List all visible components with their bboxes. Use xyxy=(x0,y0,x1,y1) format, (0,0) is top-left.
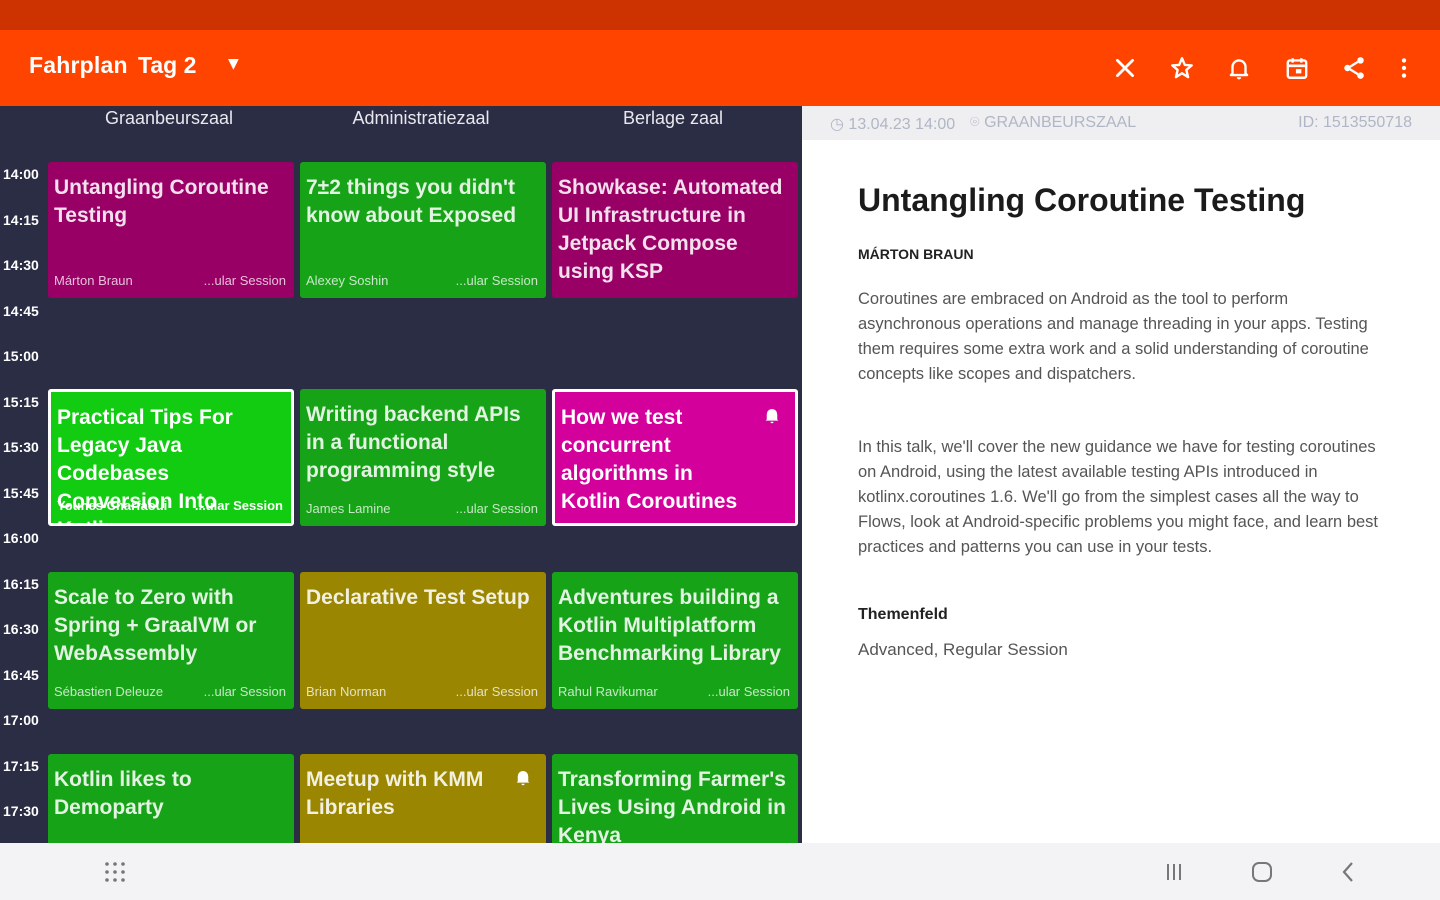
time-label: 14:45 xyxy=(3,303,39,319)
event-card-exposed[interactable]: 7±2 things you didn't know about Exposed… xyxy=(300,162,546,298)
toolbar-title: Fahrplan xyxy=(29,52,128,78)
share-icon[interactable] xyxy=(1336,50,1372,86)
time-label: 14:00 xyxy=(3,166,39,182)
event-detail-title: Untangling Coroutine Testing xyxy=(858,182,1306,218)
back-icon[interactable] xyxy=(1335,859,1363,885)
event-card-functional-backend[interactable]: Writing backend APIs in a functional pro… xyxy=(300,389,546,526)
event-track: ...ular Session xyxy=(203,273,286,288)
event-title: Scale to Zero with Spring + GraalVM or W… xyxy=(54,586,257,665)
bell-icon[interactable] xyxy=(1221,50,1257,86)
system-nav-bar xyxy=(0,843,1440,900)
time-label: 15:45 xyxy=(3,485,39,501)
track-value: Advanced, Regular Session xyxy=(858,640,1068,659)
time-label: 15:00 xyxy=(3,348,39,364)
event-detail-panel: ◷ 13.04.23 14:00 ⌾ GRAANBEURSZAAL ID: 15… xyxy=(802,106,1440,843)
bell-icon[interactable] xyxy=(763,406,781,424)
event-title: Adventures building a Kotlin Multiplatfo… xyxy=(558,586,781,665)
event-card-untangling-coroutine-testing[interactable]: Untangling Coroutine Testing Márton Brau… xyxy=(48,162,294,298)
calendar-icon[interactable] xyxy=(1279,50,1315,86)
event-title: Writing backend APIs in a functional pro… xyxy=(306,403,521,482)
apps-grid-icon[interactable] xyxy=(101,859,129,885)
time-label: 17:30 xyxy=(3,803,39,819)
time-label: 16:00 xyxy=(3,530,39,546)
day-selector[interactable]: Tag 2 xyxy=(138,52,196,79)
event-room: ⌾ GRAANBEURSZAAL xyxy=(970,114,1137,131)
room-header-berlage-zaal: Berlage zaal xyxy=(622,108,724,128)
track-label: Themenfeld xyxy=(858,606,948,623)
event-card-concurrent-algorithms[interactable]: How we test concurrent algorithms in Kot… xyxy=(552,389,798,526)
event-speaker: James Lamine xyxy=(306,501,391,516)
bell-icon[interactable] xyxy=(514,768,532,786)
dropdown-arrow-icon[interactable]: ▼ xyxy=(228,56,239,72)
event-track: ...ular Session xyxy=(455,684,538,699)
event-card-scale-to-zero[interactable]: Scale to Zero with Spring + GraalVM or W… xyxy=(48,572,294,709)
home-icon[interactable] xyxy=(1248,859,1276,885)
status-bar xyxy=(0,0,1440,30)
event-card-farmers-kenya[interactable]: Transforming Farmer's Lives Using Androi… xyxy=(552,754,798,843)
close-icon[interactable] xyxy=(1107,50,1143,86)
time-label: 16:30 xyxy=(3,621,39,637)
event-title: Transforming Farmer's Lives Using Androi… xyxy=(558,768,786,843)
event-title: Untangling Coroutine Testing xyxy=(54,176,269,227)
event-abstract: Coroutines are embraced on Android as th… xyxy=(858,290,1369,383)
event-speaker: Sébastien Deleuze xyxy=(54,684,164,699)
event-title: How we test concurrent algorithms in Kot… xyxy=(561,406,738,513)
schedule-grid[interactable]: Graanbeurszaal Administratiezaal Berlage… xyxy=(0,106,800,843)
event-track: ...ular Session xyxy=(455,273,538,288)
event-track: ...ular Session xyxy=(194,498,283,513)
event-track: ...ular Session xyxy=(203,684,286,699)
event-meta-bar: ◷ 13.04.23 14:00 ⌾ GRAANBEURSZAAL ID: 15… xyxy=(802,106,1440,140)
event-card-legacy-java-conversion[interactable]: Practical Tips For Legacy Java Codebases… xyxy=(48,389,294,526)
room-header-administratiezaal: Administratiezaal xyxy=(352,108,490,128)
event-datetime: ◷ 13.04.23 14:00 xyxy=(830,116,956,133)
time-label: 17:00 xyxy=(3,712,39,728)
time-label: 14:15 xyxy=(3,212,39,228)
event-title: Kotlin likes to Demoparty xyxy=(54,768,192,819)
time-label: 15:30 xyxy=(3,439,39,455)
event-id: ID: 1513550718 xyxy=(1298,114,1412,131)
time-label: 14:30 xyxy=(3,257,39,273)
event-title: 7±2 things you didn't know about Exposed xyxy=(306,176,517,227)
room-header-graanbeurszaal: Graanbeurszaal xyxy=(104,108,234,128)
event-card-declarative-test-setup[interactable]: Declarative Test Setup Brian Norman ...u… xyxy=(300,572,546,709)
more-vert-icon[interactable] xyxy=(1386,50,1422,86)
time-label: 16:15 xyxy=(3,576,39,592)
event-speaker: Rahul Ravikumar xyxy=(558,684,658,699)
time-label: 16:45 xyxy=(3,667,39,683)
time-label: 15:15 xyxy=(3,394,39,410)
event-title: Showkase: Automated UI Infrastructure in… xyxy=(558,176,783,283)
event-detail-speaker[interactable]: MÁRTON BRAUN xyxy=(858,246,974,262)
event-description: In this talk, we'll cover the new guidan… xyxy=(858,438,1379,556)
app-toolbar: Fahrplan Tag 2 ▼ xyxy=(0,30,1440,106)
event-card-kmp-benchmarking[interactable]: Adventures building a Kotlin Multiplatfo… xyxy=(552,572,798,709)
event-speaker: Márton Braun xyxy=(54,273,133,288)
event-card-kmm-meetup[interactable]: Meetup with KMM Libraries xyxy=(300,754,546,843)
recents-icon[interactable] xyxy=(1160,859,1188,885)
location-pin-icon: ⌾ xyxy=(970,114,980,131)
event-title: Meetup with KMM Libraries xyxy=(306,768,484,819)
event-speaker: Younes Charfaoui xyxy=(57,498,168,513)
event-card-kotlin-demoparty[interactable]: Kotlin likes to Demoparty xyxy=(48,754,294,843)
event-speaker: Brian Norman xyxy=(306,684,387,699)
event-track: ...ular Session xyxy=(455,501,538,516)
time-label: 17:15 xyxy=(3,758,39,774)
event-title: Declarative Test Setup xyxy=(306,586,530,609)
event-track: ...ular Session xyxy=(707,684,790,699)
clock-icon: ◷ xyxy=(830,116,844,133)
event-speaker: Alexey Soshin xyxy=(306,273,389,288)
event-card-showkase[interactable]: Showkase: Automated UI Infrastructure in… xyxy=(552,162,798,298)
star-icon[interactable] xyxy=(1164,50,1200,86)
